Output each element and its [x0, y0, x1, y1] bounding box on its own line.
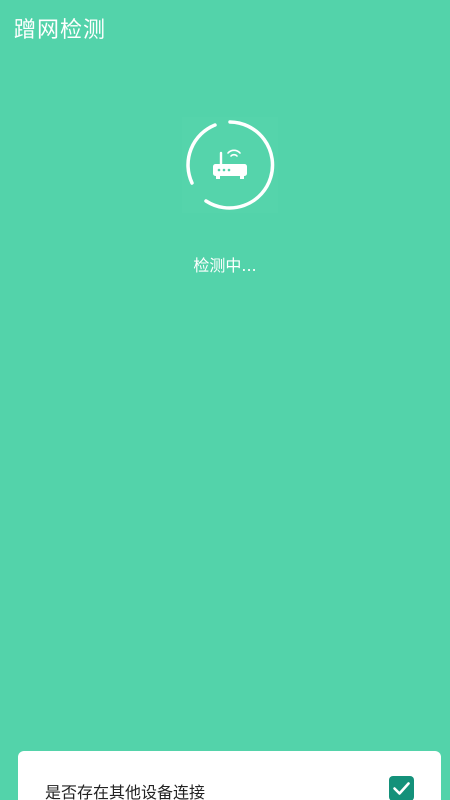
checkmark-icon [393, 782, 410, 795]
router-icon [213, 149, 247, 179]
scan-indicator [182, 117, 278, 213]
scan-status-text: 检测中... [193, 256, 257, 275]
page-title: 蹭网检测 [14, 18, 107, 43]
screen: 蹭网检测 检测中... 是否存在其他设备连接 [0, 0, 450, 800]
other-device-label: 是否存在其他设备连接 [45, 783, 206, 800]
result-card: 是否存在其他设备连接 [18, 751, 441, 800]
other-device-checkbox[interactable] [389, 776, 414, 800]
